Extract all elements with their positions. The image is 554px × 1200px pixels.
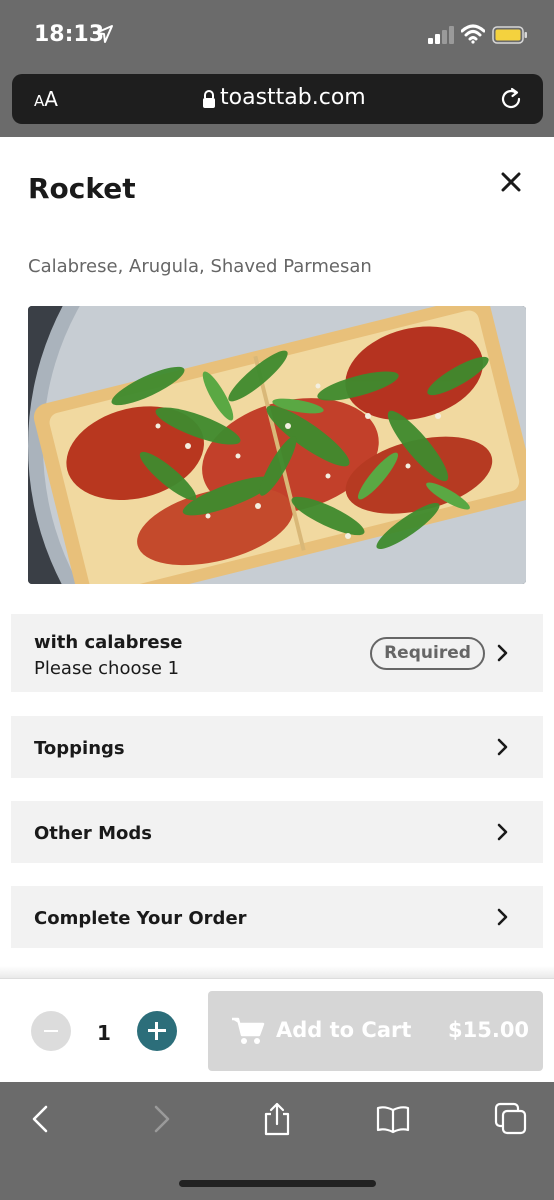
pizza-photo bbox=[28, 306, 526, 584]
chevron-right-icon bbox=[497, 738, 508, 756]
home-indicator bbox=[179, 1180, 376, 1187]
chevron-right-icon bbox=[497, 644, 508, 662]
add-to-cart-button[interactable]: Add to Cart $15.00 bbox=[208, 991, 543, 1071]
item-title: Rocket bbox=[28, 172, 136, 205]
option-row-other-mods[interactable]: Other Mods bbox=[11, 801, 543, 863]
required-badge: Required bbox=[370, 637, 485, 670]
increase-quantity-button[interactable] bbox=[137, 1011, 177, 1051]
share-icon[interactable] bbox=[260, 1102, 294, 1136]
close-icon[interactable] bbox=[497, 168, 525, 196]
chevron-right-icon bbox=[497, 823, 508, 841]
option-title: Toppings bbox=[34, 738, 125, 759]
tabs-icon[interactable] bbox=[494, 1102, 528, 1136]
url-text[interactable]: toasttab.com bbox=[220, 85, 366, 110]
forward-icon[interactable] bbox=[144, 1102, 178, 1136]
text-size-button[interactable]: AA bbox=[34, 87, 58, 111]
browser-top-bar: AA toasttab.com bbox=[0, 72, 554, 137]
bookmarks-icon[interactable] bbox=[376, 1102, 410, 1136]
option-row-with-calabrese[interactable]: with calabrese Please choose 1 Required bbox=[11, 614, 543, 692]
battery-icon bbox=[492, 26, 527, 44]
option-row-toppings[interactable]: Toppings bbox=[11, 716, 543, 778]
chevron-right-icon bbox=[497, 908, 508, 926]
item-photo bbox=[28, 306, 526, 584]
status-bar: 18:13 bbox=[0, 0, 554, 72]
lock-icon bbox=[203, 90, 215, 108]
add-to-cart-price: $15.00 bbox=[448, 1018, 530, 1042]
back-icon[interactable] bbox=[24, 1102, 58, 1136]
option-row-complete-your-order[interactable]: Complete Your Order bbox=[11, 886, 543, 948]
cellular-signal-icon bbox=[428, 26, 454, 44]
reload-icon[interactable] bbox=[498, 86, 524, 112]
wifi-icon bbox=[461, 24, 485, 44]
option-title: with calabrese bbox=[34, 632, 183, 653]
option-subtitle: Please choose 1 bbox=[34, 658, 180, 679]
option-title: Complete Your Order bbox=[34, 908, 247, 929]
cart-icon bbox=[232, 1017, 265, 1044]
order-footer: 1 Add to Cart $15.00 bbox=[0, 978, 554, 1082]
add-to-cart-label: Add to Cart bbox=[276, 1018, 412, 1042]
safari-toolbar bbox=[0, 1082, 554, 1200]
option-title: Other Mods bbox=[34, 823, 152, 844]
location-arrow-icon bbox=[95, 25, 113, 43]
address-bar[interactable]: AA toasttab.com bbox=[12, 74, 543, 124]
item-description: Calabrese, Arugula, Shaved Parmesan bbox=[28, 256, 372, 277]
quantity-value: 1 bbox=[97, 1021, 111, 1045]
decrease-quantity-button[interactable] bbox=[31, 1011, 71, 1051]
